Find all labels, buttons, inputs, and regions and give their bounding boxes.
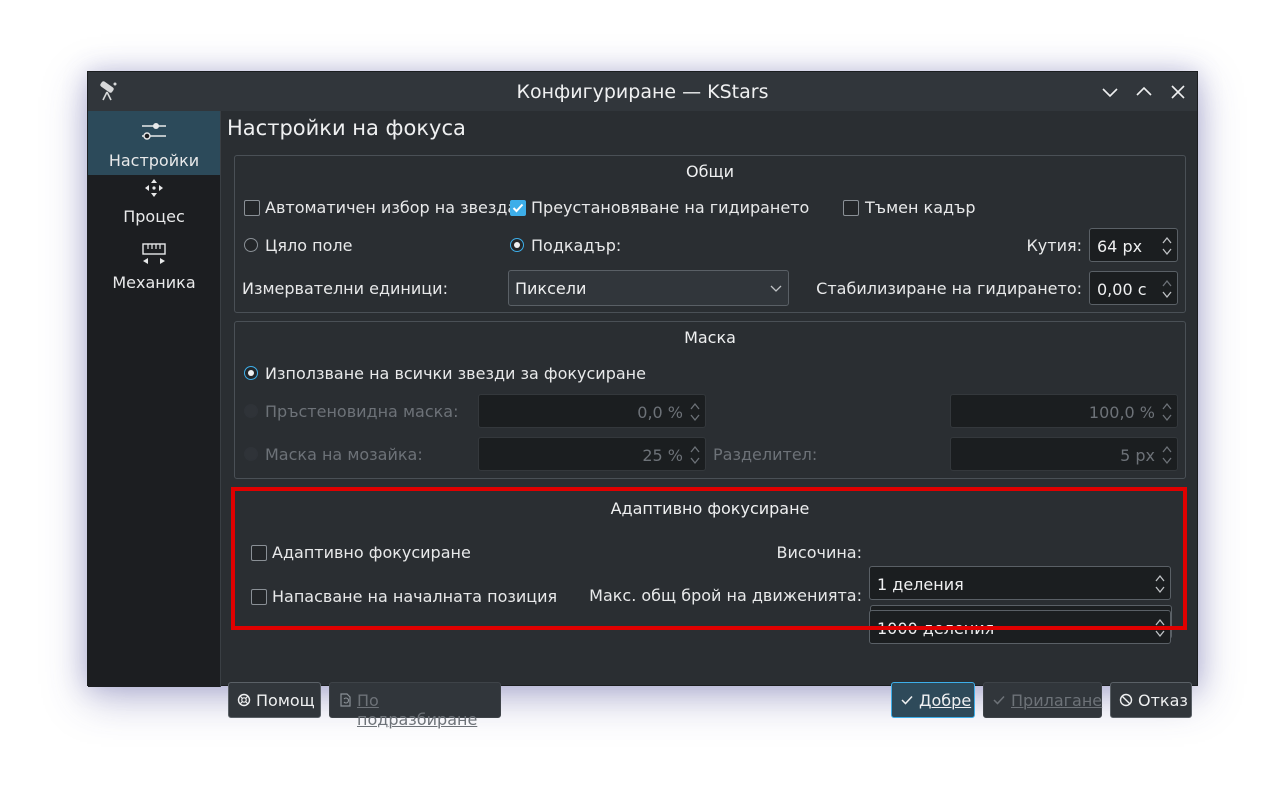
window-title: Конфигуриране — KStars	[516, 81, 769, 103]
spin-arrows-icon	[1162, 279, 1172, 299]
guide-settle-label: Стабилизиране на гидирането:	[816, 279, 1082, 298]
sidebar-item-settings[interactable]: Настройки	[88, 111, 220, 175]
mosaic-value: 25 %	[642, 446, 683, 465]
apply-button[interactable]: Прилагане	[983, 682, 1102, 718]
general-group: Общи Автоматичен избор на звезда Преуста…	[234, 155, 1186, 313]
separator-value: 5 px	[1120, 446, 1155, 465]
subframe-radio[interactable]	[510, 238, 524, 252]
ring-outer-value: 100,0 %	[1088, 403, 1155, 422]
check-icon	[993, 695, 1005, 705]
spin-arrows-icon	[1162, 445, 1172, 465]
spin-arrows-icon	[1162, 402, 1172, 422]
ok-button[interactable]: Добре	[891, 682, 975, 718]
check-icon	[512, 203, 524, 213]
mosaic-mask-radio[interactable]	[244, 447, 258, 461]
guide-settle-spinbox[interactable]: 0,00 с	[1089, 271, 1178, 305]
spin-arrows-icon	[690, 402, 700, 422]
guide-settle-value: 0,00 с	[1097, 280, 1147, 299]
help-button[interactable]: Помощ	[228, 682, 321, 718]
ok-button-label: Добре	[919, 691, 972, 710]
units-label: Измервателни единици:	[242, 279, 448, 298]
minimize-icon[interactable]	[1098, 80, 1122, 104]
move-arrows-icon	[140, 177, 168, 201]
full-field-label: Цяло поле	[265, 236, 353, 255]
auto-select-star-label: Автоматичен избор на звезда	[265, 198, 518, 217]
maximize-icon[interactable]	[1132, 80, 1156, 104]
sliders-icon	[140, 119, 168, 143]
spin-arrows-icon	[690, 445, 700, 465]
title-bar[interactable]: Конфигуриране — KStars	[88, 72, 1197, 111]
separator-label: Разделител:	[713, 445, 818, 464]
box-label: Кутия:	[1026, 236, 1082, 255]
cancel-button[interactable]: Отказ	[1110, 682, 1192, 718]
dark-frame-checkbox[interactable]	[843, 200, 859, 216]
sidebar-item-mechanics[interactable]: Механика	[88, 243, 220, 307]
page-title: Настройки на фокуса	[227, 116, 466, 140]
separator-spinbox[interactable]: 5 px	[950, 437, 1178, 471]
subframe-label: Подкадър:	[531, 236, 622, 255]
document-revert-icon	[340, 693, 351, 707]
ruler-icon	[140, 243, 168, 267]
lifebuoy-icon	[237, 693, 251, 707]
config-dialog: Конфигуриране — KStars Настройки Процес …	[87, 71, 1198, 729]
ring-outer-spinbox[interactable]: 100,0 %	[950, 394, 1178, 428]
ring-inner-value: 0,0 %	[637, 403, 683, 422]
use-all-stars-label: Използване на всички звезди за фокусиран…	[265, 364, 646, 383]
sidebar-item-label: Механика	[112, 273, 196, 292]
units-combobox[interactable]: Пиксели	[508, 270, 789, 306]
use-all-stars-radio[interactable]	[244, 366, 258, 380]
suspend-guiding-label: Преустановяване на гидирането	[531, 198, 810, 217]
box-size-spinbox[interactable]: 64 px	[1089, 228, 1178, 262]
group-title: Общи	[686, 162, 734, 181]
sidebar-item-label: Настройки	[108, 151, 200, 170]
ring-mask-label: Пръстеновидна маска:	[265, 402, 459, 421]
spin-arrows-icon	[1162, 236, 1172, 256]
apply-button-label: Прилагане	[1011, 691, 1103, 710]
highlight-frame	[231, 487, 1187, 630]
cancel-button-label: Отказ	[1138, 691, 1188, 710]
defaults-button-label: По подразбиране	[357, 691, 478, 729]
sidebar-item-label: Процес	[123, 207, 185, 226]
chevron-down-icon	[770, 285, 782, 292]
ring-inner-spinbox[interactable]: 0,0 %	[478, 394, 706, 428]
check-icon	[901, 695, 913, 705]
suspend-guiding-checkbox[interactable]	[510, 200, 526, 216]
dark-frame-label: Тъмен кадър	[865, 198, 976, 217]
group-title: Маска	[684, 328, 736, 347]
defaults-button[interactable]: По подразбиране	[329, 682, 501, 729]
ring-mask-radio[interactable]	[244, 404, 258, 418]
units-value: Пиксели	[515, 279, 587, 298]
close-icon[interactable]	[1166, 80, 1190, 104]
help-button-label: Помощ	[256, 691, 315, 710]
mosaic-mask-label: Маска на мозайка:	[265, 445, 423, 464]
full-field-radio[interactable]	[244, 238, 258, 252]
box-size-value: 64 px	[1097, 237, 1143, 256]
mask-group: Маска Използване на всички звезди за фок…	[234, 321, 1186, 479]
mosaic-spinbox[interactable]: 25 %	[478, 437, 706, 471]
sidebar: Настройки Процес Механика	[88, 111, 221, 687]
auto-select-star-checkbox[interactable]	[244, 200, 260, 216]
sidebar-item-process[interactable]: Процес	[88, 177, 220, 241]
cancel-icon	[1119, 693, 1133, 707]
